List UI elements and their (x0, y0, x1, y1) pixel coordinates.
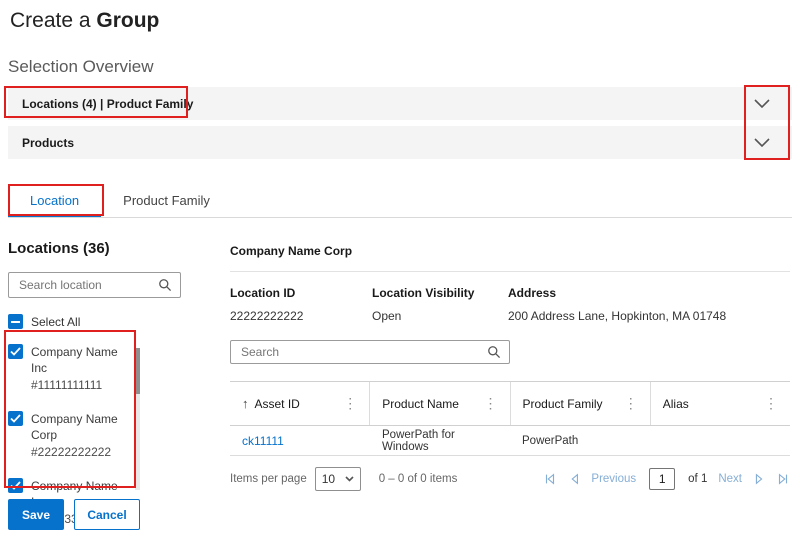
save-button[interactable]: Save (8, 499, 64, 530)
location-name: Company Name Inc (31, 344, 128, 376)
search-icon[interactable] (487, 345, 501, 359)
address-value: 200 Address Lane, Hopkinton, MA 01748 (508, 309, 790, 323)
next-page-icon[interactable] (753, 472, 765, 486)
alias-cell (650, 426, 790, 455)
sort-ascending-icon[interactable]: ↑ (242, 396, 249, 411)
location-details-panel: Company Name Corp Location ID 2222222222… (230, 244, 790, 502)
select-all-label: Select All (31, 315, 80, 329)
page-title: Create a Group (10, 9, 159, 33)
chevron-down-icon (345, 473, 354, 485)
scrollbar[interactable] (135, 348, 140, 490)
previous-button[interactable]: Previous (591, 473, 636, 485)
checked-checkbox[interactable] (8, 344, 23, 359)
tab-bar: Location Product Family (8, 186, 792, 218)
table-row: ck11111 PowerPath for Windows PowerPath (230, 426, 790, 456)
last-page-icon[interactable] (776, 472, 790, 486)
pagination-range-text: 0 – 0 of 0 items (379, 473, 458, 485)
column-header-product-name[interactable]: Product Name ⋮ (369, 382, 509, 425)
page-of-label: of 1 (688, 473, 707, 485)
location-id-label: Location ID (230, 286, 372, 300)
locations-heading: Locations (36) (8, 240, 213, 257)
asset-search-input[interactable] (239, 344, 487, 360)
select-all-checkbox[interactable] (8, 314, 23, 329)
previous-page-icon[interactable] (568, 472, 580, 486)
column-menu-icon[interactable]: ⋮ (764, 395, 778, 412)
column-header-asset-id[interactable]: ↑ Asset ID ⋮ (230, 382, 369, 425)
scrollbar-thumb[interactable] (135, 348, 140, 394)
company-name-heading: Company Name Corp (230, 244, 790, 272)
footer-actions: Save Cancel (8, 499, 140, 530)
chevron-down-icon[interactable] (754, 138, 770, 147)
page-title-prefix: Create a (10, 9, 96, 32)
accordion-products[interactable]: Products (8, 126, 792, 159)
product-name-cell: PowerPath for Windows (370, 426, 510, 455)
accordion-locations-label: Locations (4) | Product Family (22, 97, 193, 111)
location-name: Company Name Corp (31, 411, 128, 443)
list-item[interactable]: Company Name Corp #22222222222 (8, 411, 128, 461)
location-detail-fields: Location ID 22222222222 Location Visibil… (230, 286, 790, 323)
asset-id-link[interactable]: ck11111 (230, 426, 370, 455)
column-menu-icon[interactable]: ⋮ (624, 395, 638, 412)
location-search-box (8, 272, 181, 298)
accordion-locations[interactable]: Locations (4) | Product Family (8, 87, 792, 120)
items-per-page-label: Items per page (230, 473, 307, 485)
page-title-bold: Group (96, 9, 159, 32)
address-label: Address (508, 286, 790, 300)
accordion-products-label: Products (22, 136, 74, 150)
asset-search-box (230, 340, 510, 364)
location-visibility-value: Open (372, 309, 508, 323)
location-search-input[interactable] (17, 277, 158, 293)
locations-panel: Locations (36) Select All Company Name I… (8, 240, 213, 528)
column-menu-icon[interactable]: ⋮ (343, 395, 357, 412)
selection-overview-heading: Selection Overview (8, 57, 154, 77)
tab-location[interactable]: Location (8, 186, 101, 217)
column-header-alias[interactable]: Alias ⋮ (650, 382, 790, 425)
select-all-row: Select All (8, 314, 213, 329)
table-header-row: ↑ Asset ID ⋮ Product Name ⋮ Product Fami… (230, 382, 790, 426)
location-visibility-label: Location Visibility (372, 286, 508, 300)
checked-checkbox[interactable] (8, 478, 23, 493)
assets-table: ↑ Asset ID ⋮ Product Name ⋮ Product Fami… (230, 381, 790, 502)
column-menu-icon[interactable]: ⋮ (484, 395, 498, 412)
page-number-input[interactable] (649, 468, 675, 490)
chevron-down-icon[interactable] (754, 99, 770, 108)
items-per-page-select[interactable]: 10 (315, 467, 361, 491)
location-id: #22222222222 (31, 443, 128, 461)
product-family-cell: PowerPath (510, 426, 650, 455)
search-icon[interactable] (158, 278, 172, 292)
location-id-value: 22222222222 (230, 309, 372, 323)
column-header-product-family[interactable]: Product Family ⋮ (510, 382, 650, 425)
tab-product-family[interactable]: Product Family (101, 186, 232, 217)
list-item[interactable]: Company Name Inc #11111111111 (8, 344, 128, 394)
first-page-icon[interactable] (543, 472, 557, 486)
checked-checkbox[interactable] (8, 411, 23, 426)
next-button[interactable]: Next (718, 473, 742, 485)
location-id: #11111111111 (31, 376, 128, 394)
cancel-button[interactable]: Cancel (74, 499, 140, 530)
pagination-bar: Items per page 10 0 – 0 of 0 items Previ… (230, 456, 790, 502)
